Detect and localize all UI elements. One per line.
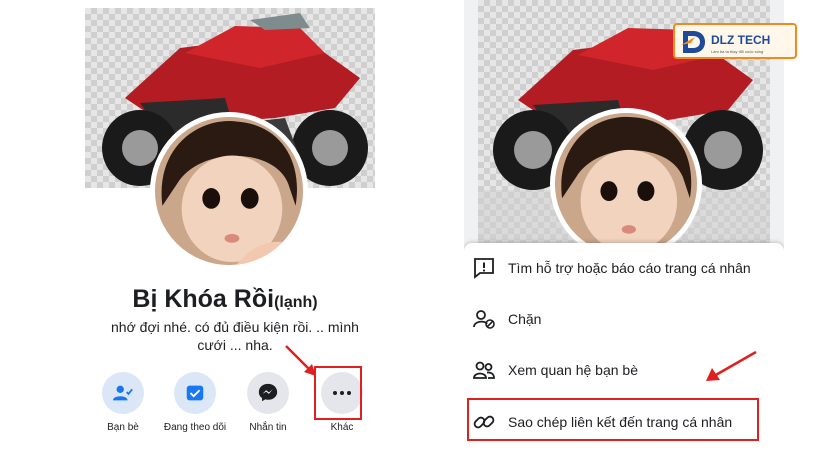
friendship-icon	[473, 361, 495, 379]
profile-name: Bị Khóa Rồi(lạnh)	[75, 285, 375, 314]
friends-icon	[102, 372, 144, 414]
dlz-logo-mark	[681, 31, 705, 53]
block-icon	[473, 310, 495, 329]
dlz-tech-logo: DLZ TECH Làm bà ta thay đổi cuộc sống	[673, 23, 797, 59]
child-photo	[155, 117, 303, 265]
menu-item-report[interactable]: Tìm hỗ trợ hoặc báo cáo trang cá nhân	[464, 253, 784, 283]
menu-item-block-label: Chặn	[508, 311, 542, 327]
profile-name-suffix: (lạnh)	[274, 294, 318, 311]
message-label: Nhắn tin	[249, 422, 287, 433]
copy-link-highlight	[467, 398, 759, 441]
logo-tagline: Làm bà ta thay đổi cuộc sống	[711, 49, 764, 54]
more-label: Khác	[330, 422, 354, 433]
friends-label: Bạn bè	[107, 422, 139, 433]
following-button[interactable]: Đang theo dõi	[160, 372, 230, 434]
profile-name-text: Bị Khóa Rồi	[132, 285, 275, 313]
annotation-arrow-right	[706, 350, 757, 381]
annotation-arrow-left	[285, 345, 316, 376]
report-icon	[474, 258, 494, 279]
profile-screen: Bị Khóa Rồi(lạnh) nhớ đợi nhé. có đủ điề…	[75, 0, 375, 450]
logo-wordmark: DLZ TECH	[711, 33, 771, 47]
menu-item-friendship-label: Xem quan hệ bạn bè	[508, 362, 638, 378]
profile-avatar[interactable]	[550, 108, 702, 260]
menu-item-report-label: Tìm hỗ trợ hoặc báo cáo trang cá nhân	[508, 260, 751, 276]
following-label: Đang theo dõi	[163, 422, 227, 433]
profile-avatar[interactable]	[150, 112, 308, 270]
friends-button[interactable]: Bạn bè	[88, 372, 158, 434]
menu-item-block[interactable]: Chặn	[464, 304, 784, 334]
following-icon	[174, 372, 216, 414]
options-bottom-sheet: Tìm hỗ trợ hoặc báo cáo trang cá nhân Ch…	[464, 243, 784, 450]
profile-bio: nhớ đợi nhé. có đủ điều kiện rồi. .. mìn…	[111, 319, 359, 353]
child-photo	[555, 113, 697, 255]
